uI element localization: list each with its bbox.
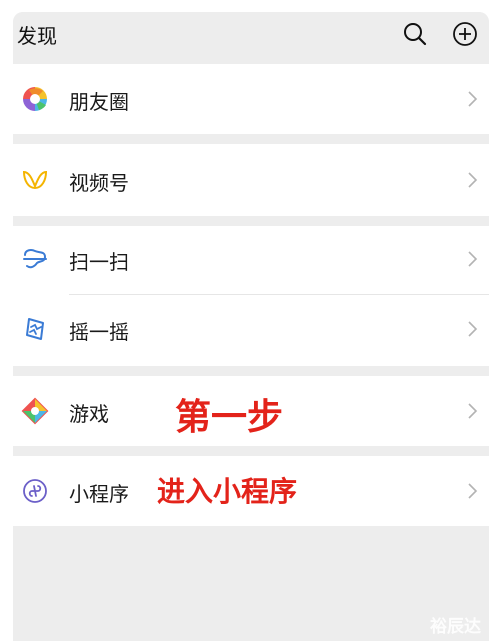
game-icon: [21, 397, 49, 425]
scan-label: 扫一扫: [69, 250, 129, 274]
annotation-step-one: 第一步: [175, 397, 284, 438]
annotation-enter-mini-program: 进入小程序: [157, 475, 298, 508]
group-scan-shake: 扫一扫 摇一摇: [13, 226, 489, 366]
chevron-right-icon: [467, 169, 479, 191]
list-item-scan[interactable]: 扫一扫: [13, 226, 489, 292]
games-label: 游戏: [69, 402, 109, 426]
mini-program-icon: [21, 477, 49, 505]
shake-icon: [21, 315, 49, 343]
list-item-channels[interactable]: 视频号: [13, 147, 489, 213]
scan-icon: [21, 245, 49, 273]
top-bar: 发现: [13, 12, 489, 60]
search-icon[interactable]: [401, 20, 429, 48]
group-moments: 朋友圈: [13, 64, 489, 134]
plus-circle-icon[interactable]: [451, 20, 479, 48]
discover-screen: 发现 朋友圈 视频号 扫一扫 摇一摇 游戏 小程序 第一步 进入小程序 裕辰达: [13, 12, 489, 641]
list-item-moments[interactable]: 朋友圈: [13, 66, 489, 132]
shake-label: 摇一摇: [69, 320, 129, 344]
chevron-right-icon: [467, 248, 479, 270]
mini-programs-label: 小程序: [69, 482, 129, 506]
channels-label: 视频号: [69, 171, 129, 195]
page-title: 发现: [17, 24, 57, 48]
divider: [69, 294, 489, 295]
channels-icon: [21, 166, 49, 194]
chevron-right-icon: [467, 88, 479, 110]
chevron-right-icon: [467, 400, 479, 422]
list-item-shake[interactable]: 摇一摇: [13, 296, 489, 362]
chevron-right-icon: [467, 318, 479, 340]
watermark: 裕辰达: [430, 617, 481, 637]
moments-label: 朋友圈: [69, 90, 129, 114]
chevron-right-icon: [467, 480, 479, 502]
group-channels: 视频号: [13, 144, 489, 216]
moments-icon: [21, 85, 49, 113]
